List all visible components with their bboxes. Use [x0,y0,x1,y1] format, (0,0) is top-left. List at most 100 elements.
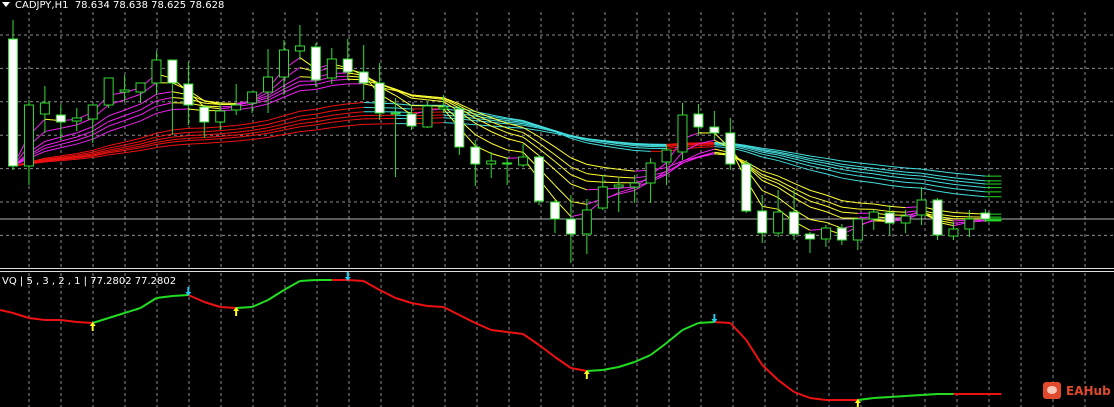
moving-average-segment [172,143,189,146]
vq-line-segment [586,369,603,372]
moving-average-segment [873,208,890,213]
moving-average-segment [825,205,843,213]
moving-average-segment [188,137,205,139]
moving-average-segment [220,128,237,132]
candle-bullish [247,91,258,104]
moving-average-segment [172,131,189,135]
moving-average-segment [873,173,890,177]
moving-average-segment [857,165,874,169]
moving-average-segment [889,165,906,169]
moving-average-segment [793,192,811,202]
candle-bearish [358,71,369,84]
moving-average-segment [809,155,827,159]
moving-average-segment [108,152,125,156]
triangle-down-icon[interactable] [2,2,10,7]
candle-bearish [454,108,465,148]
candle-bullish [135,82,146,93]
candle-bullish [645,162,656,184]
vq-line-segment [220,306,237,309]
vq-line-segment [522,333,540,346]
moving-average-segment [188,131,205,133]
moving-average-segment [937,178,954,182]
moving-average-segment [889,179,906,183]
moving-average-segment [283,126,301,131]
moving-average-segment [969,178,986,182]
moving-average-segment [889,205,906,209]
candle-bearish [789,211,800,235]
moving-average-segment [124,114,141,122]
moving-average-segment [44,127,61,132]
moving-average-segment [522,136,540,150]
moving-average-segment [108,120,125,127]
candle-bearish [310,46,321,81]
moving-average-segment [825,168,842,174]
vq-line-segment [507,331,524,335]
pig-logo-icon [1043,382,1061,399]
moving-average-segment [841,200,858,204]
moving-average-segment [252,136,269,140]
candle-bullish [71,117,82,122]
moving-average-segment [252,119,269,124]
vq-line-segment [793,391,811,399]
logo-text: EAHub [1066,383,1111,398]
moving-average-segment [618,168,635,172]
candle-bullish [629,182,640,188]
chart-canvas[interactable] [0,0,1114,407]
moving-average-segment [267,123,285,129]
moving-average-segment [44,136,61,142]
moving-average-segment [825,194,843,202]
moving-average-segment [188,142,205,145]
candle-bullish [581,209,592,235]
vq-line-segment [251,299,269,308]
vq-line-segment [729,322,747,341]
moving-average-segment [283,80,301,90]
vq-line-segment [92,317,109,324]
moving-average-segment [283,119,301,125]
vq-line-segment [921,393,938,396]
candle-bearish [183,83,194,106]
moving-average-segment [156,109,173,114]
moving-average-segment [92,145,109,151]
candle-bearish [8,38,18,167]
candle-bullish [39,102,50,115]
vq-line-segment [347,279,364,282]
moving-average-segment [937,185,954,190]
moving-average-segment [905,181,922,184]
moving-average-segment [283,110,301,117]
moving-average-segment [315,121,332,126]
moving-average-segment [857,168,874,172]
vq-line-segment [12,312,30,319]
vq-line-segment [698,321,715,324]
candle-bearish [693,113,704,128]
moving-average-segment [777,175,795,184]
vq-line-segment [60,319,77,323]
chart-window[interactable]: CADJPY,H1 78.634 78.638 78.625 78.628 VQ… [0,0,1114,407]
candle-bullish [518,156,529,166]
vq-line-segment [411,302,428,307]
candle-bullish [597,186,608,209]
moving-average-segment [937,175,954,179]
candle-bullish [326,58,337,79]
moving-average-segment [156,129,173,134]
moving-average-segment [889,211,906,213]
moving-average-segment [586,180,603,183]
vq-line-segment [395,297,412,304]
moving-average-segment [873,177,890,181]
moving-average-segment [347,111,364,114]
moving-average-segment [315,105,332,110]
candle-bullish [422,105,433,128]
vq-line-segment [714,321,731,324]
candle-bearish [199,106,210,123]
moving-average-segment [777,187,795,199]
moving-average-segment [889,169,906,173]
moving-average-segment [809,206,827,213]
candle-bullish [390,112,401,115]
moving-average-segment [299,117,316,121]
moving-average-segment [905,171,922,174]
candle-bearish [549,201,560,220]
moving-average-segment [825,221,843,229]
moving-average-segment [746,151,763,158]
moving-average-segment [172,135,189,138]
moving-average-segment [299,129,316,133]
moving-average-segment [873,182,890,186]
